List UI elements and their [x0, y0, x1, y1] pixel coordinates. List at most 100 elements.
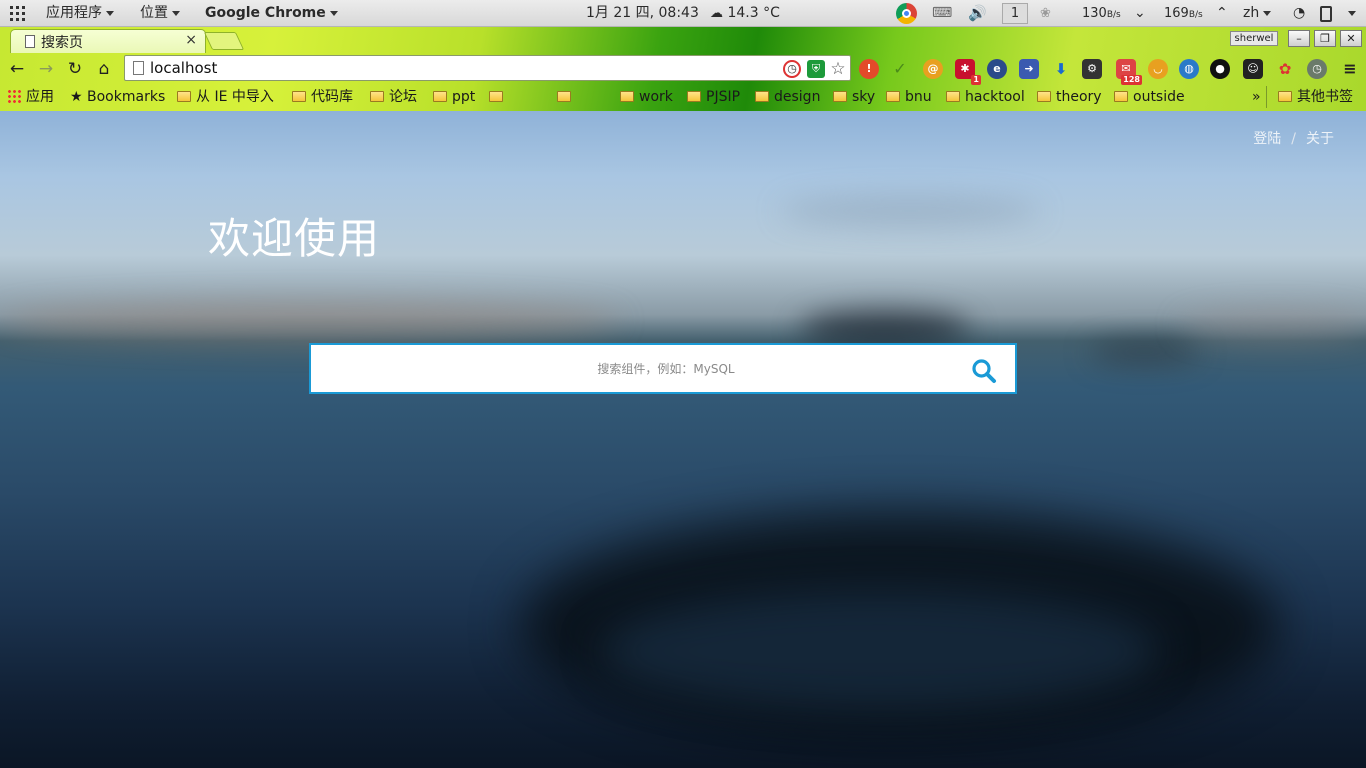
- weather-indicator[interactable]: ☁ 14.3 °C: [710, 0, 780, 27]
- bookmark-bookmarks[interactable]: ★ Bookmarks: [70, 87, 165, 107]
- address-bar[interactable]: localhost ◷ ⛨ ☆: [124, 55, 851, 81]
- bookmark-other[interactable]: 其他书签: [1278, 87, 1353, 107]
- login-link[interactable]: 登陆: [1253, 128, 1281, 148]
- background-island: [1090, 341, 1200, 363]
- chevron-down-icon[interactable]: ⌄: [1134, 0, 1146, 27]
- battery-icon[interactable]: [1320, 6, 1332, 22]
- chevron-down-icon: [1263, 10, 1272, 16]
- bookmark-apps-label: 应用: [26, 89, 54, 105]
- search-input[interactable]: [311, 345, 951, 392]
- chevron-down-icon: [172, 10, 180, 16]
- puzzle-extension-icon[interactable]: ✱ 1: [955, 59, 981, 85]
- clock-extension-icon[interactable]: ◷: [1307, 59, 1327, 79]
- folder-icon: [946, 91, 960, 102]
- tab-search-page[interactable]: 搜索页 ×: [10, 29, 206, 53]
- bookmarks-overflow-button[interactable]: »: [1252, 87, 1261, 107]
- bookmark-apps[interactable]: 应用: [7, 87, 54, 107]
- minimize-button[interactable]: –: [1288, 30, 1310, 47]
- bookmark-folder[interactable]: [557, 87, 606, 107]
- background-hill: [1180, 311, 1366, 341]
- bookmark-folder-label: sky: [852, 89, 876, 105]
- volume-icon[interactable]: 🔊: [968, 0, 987, 27]
- active-app-menu[interactable]: Google Chrome: [205, 0, 338, 27]
- bookmark-folder[interactable]: PJSIP: [687, 87, 740, 107]
- bookmarks-divider: [1266, 86, 1267, 108]
- bookmark-folder[interactable]: 从 IE 中导入: [177, 87, 274, 107]
- globe-extension-icon[interactable]: ◍: [1179, 59, 1199, 79]
- bookmarks-bar: 应用 ★ Bookmarks 从 IE 中导入 代码库 论坛 ppt work …: [0, 84, 1366, 111]
- close-icon[interactable]: ×: [185, 32, 197, 48]
- net-download-speed: 130B/s: [1082, 0, 1121, 27]
- applications-menu[interactable]: 应用程序: [46, 0, 114, 27]
- rain-cloud-icon: ☁: [710, 6, 723, 21]
- bookmark-bookmarks-label: Bookmarks: [87, 89, 166, 105]
- keyboard-icon[interactable]: ⌨: [932, 0, 952, 27]
- active-app-label: Google Chrome: [205, 5, 326, 21]
- net-up-unit: B/s: [1188, 10, 1203, 20]
- places-menu[interactable]: 位置: [140, 0, 180, 27]
- back-button[interactable]: ←: [6, 57, 28, 81]
- at-extension-icon[interactable]: @: [923, 59, 943, 79]
- new-tab-button[interactable]: [203, 32, 245, 50]
- download-extension-icon[interactable]: ⬇: [1051, 59, 1071, 79]
- check-extension-icon[interactable]: ✓: [890, 59, 910, 79]
- bookmark-folder[interactable]: sky: [833, 87, 875, 107]
- share-extension-icon[interactable]: ✿: [1275, 59, 1295, 79]
- forward-extension-icon[interactable]: ➜: [1019, 59, 1039, 79]
- about-link[interactable]: 关于: [1306, 128, 1334, 148]
- address-text: localhost: [150, 59, 218, 77]
- search-icon[interactable]: [971, 358, 997, 384]
- bookmark-folder[interactable]: bnu: [886, 87, 932, 107]
- workspace-indicator[interactable]: 1: [1002, 3, 1028, 24]
- paw-icon[interactable]: ❀: [1040, 0, 1051, 27]
- folder-icon: [1278, 91, 1292, 102]
- restore-button[interactable]: ❐: [1314, 30, 1336, 47]
- bookmark-folder-label: 代码库: [311, 89, 353, 105]
- alert-extension-icon[interactable]: !: [859, 59, 879, 79]
- tool-extension-icon[interactable]: ⚙: [1082, 59, 1102, 79]
- system-menu[interactable]: [1344, 0, 1356, 27]
- star-icon[interactable]: ☆: [829, 60, 847, 78]
- bookmark-folder[interactable]: theory: [1037, 87, 1102, 107]
- bookmark-folder[interactable]: 代码库: [292, 87, 353, 107]
- top-nav: 登陆 / 关于: [1253, 128, 1334, 148]
- bookmark-folder[interactable]: outside: [1114, 87, 1185, 107]
- page-viewport: 登陆 / 关于 欢迎使用: [0, 111, 1366, 768]
- lock-extension-icon[interactable]: ●: [1210, 59, 1230, 79]
- home-button[interactable]: ⌂: [93, 57, 115, 81]
- folder-icon: [370, 91, 384, 102]
- bookmark-folder[interactable]: [489, 87, 548, 107]
- input-method-menu[interactable]: zh: [1243, 0, 1272, 27]
- wifi-icon[interactable]: ◔: [1293, 0, 1305, 27]
- background-cloud: [780, 196, 1040, 226]
- gmail-extension-icon[interactable]: ✉ 128: [1116, 59, 1142, 85]
- bookmark-folder[interactable]: ppt: [433, 87, 475, 107]
- e-extension-icon[interactable]: e: [987, 59, 1007, 79]
- bookmark-folder-label: bnu: [905, 89, 932, 105]
- apps-icon: [7, 89, 21, 103]
- bookmark-folder[interactable]: design: [755, 87, 820, 107]
- bookmark-folder[interactable]: work: [620, 87, 673, 107]
- close-window-button[interactable]: ✕: [1340, 30, 1362, 47]
- bookmark-folder[interactable]: hacktool: [946, 87, 1025, 107]
- folder-icon: [886, 91, 900, 102]
- forward-button[interactable]: →: [35, 57, 57, 81]
- shield-icon[interactable]: ⛨: [807, 60, 825, 78]
- datetime-text: 1月 21 四, 08:43: [586, 5, 699, 21]
- profile-button[interactable]: sherwel: [1230, 31, 1278, 46]
- profile-name: sherwel: [1234, 33, 1274, 44]
- search-box: [309, 343, 1017, 394]
- folder-icon: [1037, 91, 1051, 102]
- menu-icon[interactable]: ≡: [1340, 59, 1360, 79]
- chrome-tray-icon[interactable]: [896, 3, 917, 24]
- folder-icon: [489, 91, 503, 102]
- app-grid-icon[interactable]: [10, 6, 25, 21]
- bookmark-folder[interactable]: 论坛: [370, 87, 417, 107]
- reload-button[interactable]: ↻: [64, 57, 86, 81]
- clock[interactable]: 1月 21 四, 08:43: [586, 0, 699, 27]
- chevron-up-icon[interactable]: ⌃: [1216, 0, 1228, 27]
- basket-extension-icon[interactable]: ◡: [1148, 59, 1168, 79]
- mask-extension-icon[interactable]: ☺: [1243, 59, 1263, 79]
- folder-icon: [433, 91, 447, 102]
- history-clock-icon[interactable]: ◷: [783, 60, 801, 78]
